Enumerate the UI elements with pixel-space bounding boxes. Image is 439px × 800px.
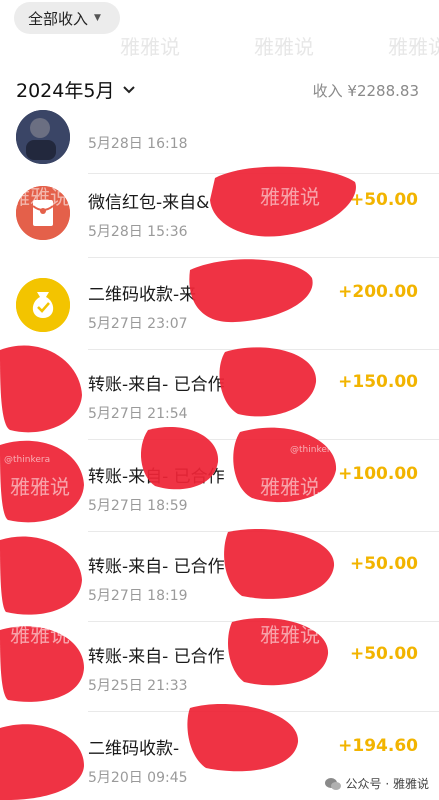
transaction-time: 5月28日 15:36 xyxy=(88,224,188,240)
avatar xyxy=(16,110,70,164)
transaction-row[interactable]: 微信红包-来自& 5月28日 15:36 +50.00 xyxy=(0,166,439,258)
red-packet-icon xyxy=(16,186,70,240)
footer-label: 公众号 · 雅雅说 xyxy=(345,777,429,791)
watermark-text: 雅雅说 xyxy=(388,35,439,59)
transaction-row[interactable]: 转账-来自- 已合作 5月27日 18:59 +100.00 xyxy=(0,440,439,532)
transaction-time: 5月27日 23:07 xyxy=(88,316,188,332)
transaction-title: 二维码收款- xyxy=(88,739,180,759)
watermark-text: 雅雅说 xyxy=(254,35,314,59)
transaction-row[interactable]: 5月28日 16:18 xyxy=(0,82,439,174)
transaction-row[interactable]: 转账-来自- 已合作 5月27日 21:54 +150.00 xyxy=(0,348,439,440)
avatar xyxy=(16,640,70,694)
transaction-time: 5月27日 21:54 xyxy=(88,406,188,422)
footer-attribution: 公众号 · 雅雅说 xyxy=(324,775,429,792)
wechat-icon xyxy=(324,777,341,790)
avatar xyxy=(16,368,70,422)
transaction-title: 转账-来自- 已合作 xyxy=(88,467,225,487)
transaction-time: 5月27日 18:59 xyxy=(88,498,188,514)
transaction-time: 5月25日 21:33 xyxy=(88,678,188,694)
transaction-amount: +150.00 xyxy=(338,372,418,392)
transaction-title: 微信红包-来自& xyxy=(88,193,210,213)
transaction-title: 二维码收款-来 xyxy=(88,285,197,305)
caret-down-icon: ▼ xyxy=(94,13,101,23)
filter-label: 全部收入 xyxy=(28,9,89,28)
income-filter-dropdown[interactable]: 全部收入 ▼ xyxy=(14,2,120,34)
watermark-text: 雅雅说 xyxy=(120,35,180,59)
transaction-time: 5月20日 09:45 xyxy=(88,770,188,786)
transaction-row[interactable]: 转账-来自- 已合作 5月27日 18:19 +50.00 xyxy=(0,530,439,622)
transaction-title: 转账-来自- 已合作 xyxy=(88,375,225,395)
avatar xyxy=(16,550,70,604)
transaction-amount: +50.00 xyxy=(349,554,418,574)
avatar xyxy=(16,460,70,514)
transaction-amount: +50.00 xyxy=(349,644,418,664)
transaction-row[interactable]: 转账-来自- 已合作 5月25日 21:33 +50.00 xyxy=(0,620,439,712)
transaction-amount: +194.60 xyxy=(338,736,418,756)
transaction-amount: +200.00 xyxy=(338,282,418,302)
money-bag-icon xyxy=(16,278,70,332)
transaction-title: 转账-来自- 已合作 xyxy=(88,647,225,667)
transaction-title: 转账-来自- 已合作 xyxy=(88,557,225,577)
transaction-amount: +50.00 xyxy=(349,190,418,210)
transaction-amount: +100.00 xyxy=(338,464,418,484)
transaction-row[interactable]: 二维码收款-来 5月27日 23:07 +200.00 xyxy=(0,258,439,350)
transaction-time: 5月27日 18:19 xyxy=(88,588,188,604)
avatar xyxy=(16,732,70,786)
transaction-time: 5月28日 16:18 xyxy=(88,136,188,152)
